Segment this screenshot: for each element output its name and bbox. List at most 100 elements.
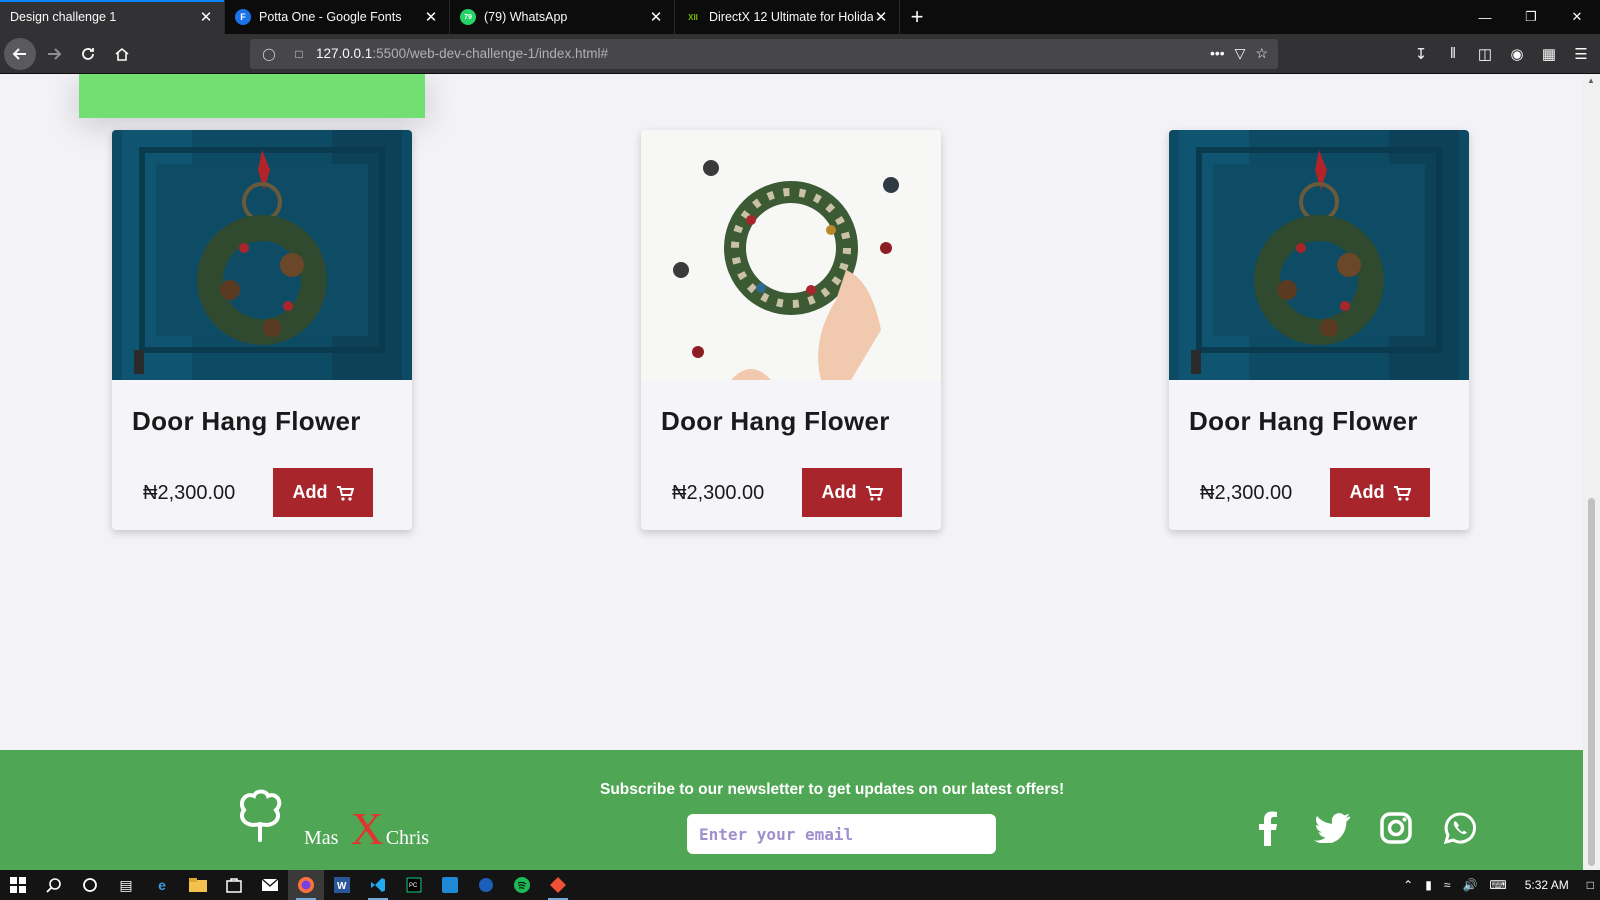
keyboard-icon[interactable]: ⌨ [1483, 878, 1512, 892]
reload-button[interactable] [72, 38, 104, 70]
logo-text-left: Mas [304, 827, 339, 849]
file-explorer-icon[interactable] [180, 870, 216, 900]
toolbar-right: ↧ ‖ ◫ ◉ ▦ ☰ [1408, 40, 1594, 68]
pycharm-icon[interactable]: PC [396, 870, 432, 900]
social-links [1250, 810, 1478, 846]
whatsapp-icon[interactable] [1442, 810, 1478, 846]
add-to-cart-button[interactable]: Add [802, 468, 902, 517]
library-icon[interactable]: ‖ [1440, 40, 1466, 68]
battery-icon[interactable]: ▮ [1419, 878, 1438, 892]
sidebar-icon[interactable]: ◫ [1472, 40, 1498, 68]
word-icon[interactable]: W [324, 870, 360, 900]
git-icon[interactable] [540, 870, 576, 900]
mail-icon[interactable] [252, 870, 288, 900]
menu-icon[interactable]: ☰ [1568, 40, 1594, 68]
window-controls: — ❐ ✕ [1462, 0, 1600, 34]
tab-design-challenge[interactable]: Design challenge 1 ✕ [0, 0, 225, 34]
close-tab-icon[interactable]: ✕ [873, 8, 889, 26]
windows-start-icon[interactable] [0, 870, 36, 900]
product-card: Door Hang Flower ₦2,300.00 Add [641, 130, 941, 530]
tree-logo-icon [239, 789, 282, 842]
page-actions-icon[interactable]: ••• [1210, 45, 1225, 62]
add-to-cart-button[interactable]: Add [1330, 468, 1430, 517]
product-card: Door Hang Flower ₦2,300.00 Add [1169, 130, 1469, 530]
instagram-icon[interactable] [1378, 810, 1414, 846]
twitter-icon[interactable] [1314, 810, 1350, 846]
page-viewport: Door Hang Flower ₦2,300.00 Add Door Hang… [0, 74, 1583, 870]
site-footer: Mas X Chris Subscribe to our newsletter … [0, 750, 1583, 870]
product-price: ₦2,300.00 [143, 482, 236, 504]
close-tab-icon[interactable]: ✕ [423, 8, 439, 26]
tray-overflow-icon[interactable]: ⌃ [1397, 878, 1419, 892]
pocket-icon[interactable]: ▽ [1235, 45, 1246, 62]
logo-x: X [350, 803, 384, 854]
navigation-bar: ◯ □ 127.0.0.1:5500/web-dev-challenge-1/i… [0, 34, 1600, 74]
clock[interactable]: 5:32 AM [1513, 878, 1581, 892]
scroll-up-icon[interactable]: ▲ [1587, 76, 1595, 85]
system-tray: ⌃ ▮ ≈ 🔊 ⌨ 5:32 AM □ [1397, 870, 1600, 900]
firefox-icon[interactable] [288, 870, 324, 900]
app-icon[interactable] [432, 870, 468, 900]
page-icon: □ [295, 46, 303, 61]
bookmark-star-icon[interactable]: ☆ [1255, 45, 1268, 62]
close-tab-icon[interactable]: ✕ [648, 8, 664, 26]
product-title: Door Hang Flower [132, 406, 361, 436]
home-button[interactable] [106, 38, 138, 70]
home-icon [115, 47, 129, 61]
cortana-icon[interactable] [72, 870, 108, 900]
spotify-icon[interactable] [504, 870, 540, 900]
newsletter-email-input[interactable] [687, 814, 996, 854]
account-icon[interactable]: ◉ [1504, 40, 1530, 68]
url-host: 127.0.0.1 [316, 46, 373, 61]
volume-icon[interactable]: 🔊 [1456, 878, 1483, 892]
svg-text:W: W [337, 881, 347, 892]
new-tab-button[interactable]: + [900, 0, 934, 34]
forward-button[interactable] [38, 38, 70, 70]
downloads-icon[interactable]: ↧ [1408, 40, 1434, 68]
extensions-icon[interactable]: ▦ [1536, 40, 1562, 68]
tab-google-fonts[interactable]: F Potta One - Google Fonts ✕ [225, 0, 450, 34]
back-button[interactable] [4, 37, 36, 70]
browser-tab-bar: Design challenge 1 ✕ F Potta One - Googl… [0, 0, 1600, 34]
store-icon[interactable] [216, 870, 252, 900]
whatsapp-favicon-icon: 79 [460, 9, 476, 25]
logo-text-right: Chris [385, 827, 430, 849]
search-icon[interactable] [36, 870, 72, 900]
wifi-icon[interactable]: ≈ [1438, 878, 1457, 892]
reload-icon [82, 47, 94, 60]
restore-icon[interactable]: ❐ [1508, 0, 1554, 34]
windows-taskbar: ▤ e W PC ⌃ ▮ ≈ 🔊 ⌨ 5:32 AM □ [0, 870, 1600, 900]
add-button-label: Add [1349, 482, 1385, 502]
cart-icon [336, 485, 354, 501]
tab-title: Potta One - Google Fonts [259, 10, 402, 24]
product-title: Door Hang Flower [661, 406, 890, 436]
newsletter-title: Subscribe to our newsletter to get updat… [600, 781, 1065, 798]
back-arrow-icon [12, 47, 26, 60]
browser-app-icon[interactable] [468, 870, 504, 900]
edge-icon[interactable]: e [144, 870, 180, 900]
tab-title: (79) WhatsApp [484, 10, 568, 24]
product-image-door-wreath [112, 130, 412, 380]
cart-icon [865, 485, 883, 501]
add-button-label: Add [292, 482, 328, 502]
brand-logo[interactable]: Mas X Chris [304, 806, 429, 852]
tab-whatsapp[interactable]: 79 (79) WhatsApp ✕ [450, 0, 675, 34]
url-bar[interactable]: ◯ □ 127.0.0.1:5500/web-dev-challenge-1/i… [250, 38, 1278, 69]
url-path: :5500/web-dev-challenge-1/index.html# [372, 46, 608, 61]
product-image-white-wreath [641, 130, 941, 380]
product-title: Door Hang Flower [1189, 406, 1418, 436]
close-tab-icon[interactable]: ✕ [198, 8, 214, 26]
task-view-icon[interactable]: ▤ [108, 870, 144, 900]
scrollbar-thumb[interactable] [1588, 498, 1595, 866]
page-scrollbar[interactable]: ▲ [1583, 74, 1600, 870]
url-text[interactable]: 127.0.0.1:5500/web-dev-challenge-1/index… [310, 46, 608, 61]
add-to-cart-button[interactable]: Add [273, 468, 373, 517]
shield-icon[interactable]: ◯ [258, 47, 280, 61]
facebook-icon[interactable] [1250, 810, 1286, 846]
vscode-icon[interactable] [360, 870, 396, 900]
product-card: Door Hang Flower ₦2,300.00 Add [112, 130, 412, 530]
notifications-icon[interactable]: □ [1581, 878, 1600, 892]
close-window-icon[interactable]: ✕ [1554, 0, 1600, 34]
minimize-icon[interactable]: — [1462, 0, 1508, 34]
tab-directx[interactable]: XII DirectX 12 Ultimate for Holiday ✕ [675, 0, 900, 34]
